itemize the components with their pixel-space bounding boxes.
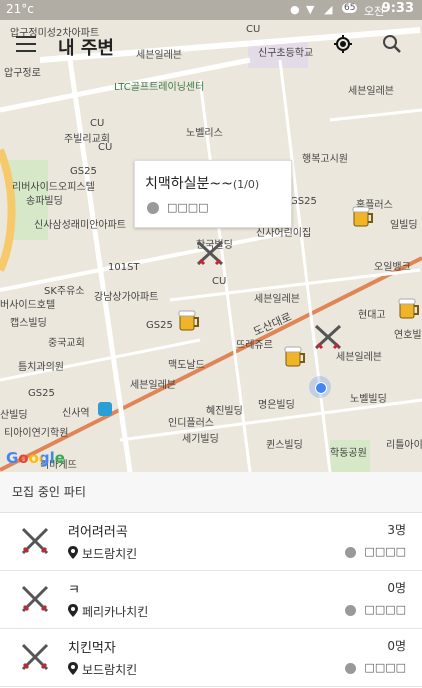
list-item[interactable]: 치킨먹자 보드람치킨 0명 □□□□ (0, 629, 422, 687)
popup-user: □□□□ (167, 201, 209, 214)
party-host: □□□□ (345, 661, 406, 674)
user-icon (345, 604, 357, 616)
my-location-dot (309, 376, 331, 398)
signal-icon: ◢ (324, 3, 333, 16)
location-pin-icon (68, 546, 78, 559)
map-label: 인디플러스 (168, 418, 214, 429)
party-name: 치킨먹자 (68, 641, 116, 656)
my-location-icon[interactable] (334, 35, 352, 53)
swords-icon (21, 643, 49, 671)
marker-info-popup[interactable]: 치맥하실분~~(1/0) □□□□ (134, 160, 292, 228)
party-list: 모집 중인 파티 려어려러곡 보드람치킨 3명 □□□□ ㅋ 페리카나치킨 0명… (0, 472, 422, 688)
map-label: GS25 (28, 388, 55, 399)
location-pin-icon (68, 662, 78, 675)
clock: 9:33 (381, 1, 414, 16)
beer-marker-icon[interactable] (278, 342, 310, 372)
map-label: 송파빌딩 (26, 196, 63, 207)
popup-title: 치맥하실분~~ (145, 176, 233, 192)
map-label: 노벨리스 (186, 128, 223, 139)
popup-count: (1/0) (232, 178, 260, 191)
map-label: CU (90, 118, 105, 129)
map-label: 신사삼성래미안아파트 (34, 220, 126, 231)
map-label: GS25 (146, 320, 173, 331)
list-header: 모집 중인 파티 (0, 472, 422, 513)
map-label: 맥도날드 (168, 360, 205, 371)
party-name: ㅋ (68, 583, 80, 598)
member-count: 3명 (387, 523, 406, 537)
map-label: 신사역 (62, 408, 90, 419)
list-item[interactable]: ㅋ 페리카나치킨 0명 □□□□ (0, 571, 422, 629)
map-label: 버사이드호텔 (0, 300, 56, 311)
subway-icon (98, 402, 112, 416)
map-label: 중국교회 (48, 338, 85, 349)
map-label: 연호빌딩 (394, 330, 422, 341)
map-label: 101ST (108, 262, 140, 273)
user-icon (147, 202, 159, 214)
status-bar: 21°c ● ▼ ◢ 65 오전 9:33 (0, 0, 422, 20)
user-icon (345, 546, 357, 558)
swords-marker-icon[interactable] (312, 322, 344, 352)
map-label: LTC골프트레이닝센터 (114, 82, 205, 93)
party-place: 페리카나치킨 (68, 603, 148, 620)
google-logo: Google (6, 449, 65, 467)
party-name: 려어려러곡 (68, 525, 128, 540)
page-title: 내 주변 (58, 38, 114, 59)
swords-marker-icon[interactable] (194, 238, 226, 268)
map-label: 틈치과의원 (18, 362, 64, 373)
map-label: 강남상가아파트 (94, 292, 159, 303)
toolbar: 내 주변 (0, 20, 422, 70)
battery-icon: 65 (342, 3, 358, 13)
member-count: 0명 (387, 639, 406, 653)
party-place: 보드람치킨 (68, 545, 137, 562)
wifi-icon: ▼ (306, 3, 315, 16)
map-label: 세븐일레븐 (348, 86, 394, 97)
map-label: GS25 (70, 166, 97, 177)
map-label: 명은빌딩 (258, 400, 295, 411)
search-icon[interactable] (382, 34, 402, 54)
member-count: 0명 (387, 581, 406, 595)
location-icon: ● (290, 3, 300, 16)
map-label: 뜨레쥬르 (236, 340, 273, 351)
map-label: 노벨빌딩 (350, 394, 387, 405)
map-label: 리틀아이 (386, 440, 422, 451)
map-label: 현대고 (358, 310, 386, 321)
map-label: 리버사이드오피스텔 (12, 182, 95, 193)
beer-marker-icon[interactable] (172, 306, 204, 336)
map-label: 퀸스빌딩 (266, 440, 303, 451)
party-host: □□□□ (345, 545, 406, 558)
map-label: 캡스빌딩 (10, 318, 47, 329)
beer-marker-icon[interactable] (346, 202, 378, 232)
list-item[interactable]: 려어려러곡 보드람치킨 3명 □□□□ (0, 513, 422, 571)
map-label: SK주유소 (44, 286, 85, 297)
swords-icon (21, 527, 49, 555)
map-label: 학동공원 (330, 448, 367, 459)
location-pin-icon (68, 604, 78, 617)
map-label: 산빌딩 (0, 410, 28, 421)
menu-icon[interactable] (16, 36, 36, 52)
party-place: 보드람치킨 (68, 661, 137, 678)
map-label: GS25 (290, 196, 317, 207)
map-label: CU (212, 276, 227, 287)
beer-marker-icon[interactable] (392, 294, 422, 324)
swords-icon (21, 585, 49, 613)
temperature: 21°c (6, 2, 34, 16)
map-label: 티아이연기학원 (4, 428, 69, 439)
map-label: 세븐일레븐 (254, 294, 300, 305)
user-icon (345, 662, 357, 674)
map-label: 행복고시원 (302, 154, 348, 165)
map-view[interactable]: 압구정미성2차아파트 압구정로 세븐일레븐 CU 신구초등학교 세븐일레븐 LT… (0, 0, 422, 472)
map-label: 일빌딩 (390, 220, 418, 231)
map-label: CU (98, 142, 113, 153)
map-label: 세기빌딩 (182, 434, 219, 445)
map-label: 오일뱅크 (374, 262, 411, 273)
party-host: □□□□ (345, 603, 406, 616)
map-label: 세븐일레븐 (130, 380, 176, 391)
